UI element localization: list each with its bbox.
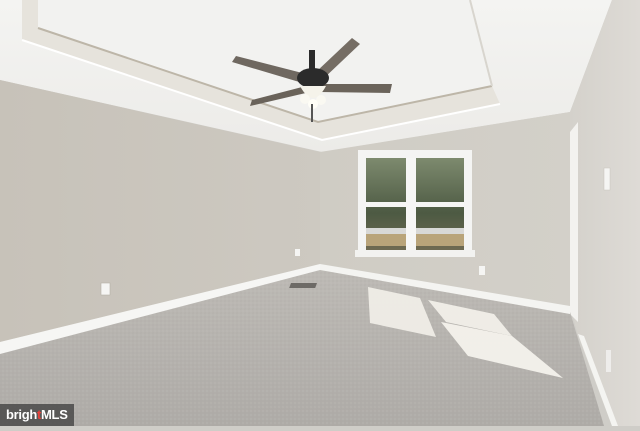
watermark-prefix: brigh [6,407,37,422]
wall-outlet [100,282,111,296]
wall-outlet [479,266,485,275]
watermark-suffix: MLS [41,407,68,422]
empty-bedroom-photo: brightMLS [0,0,640,426]
door-casing [570,122,578,322]
fan-blade [320,84,392,93]
floor-vent [289,283,317,288]
brightmls-watermark: brightMLS [0,404,74,426]
wall-outlet [606,350,611,372]
window [355,150,475,257]
light-switch [603,167,611,191]
wall-outlet [295,249,300,256]
